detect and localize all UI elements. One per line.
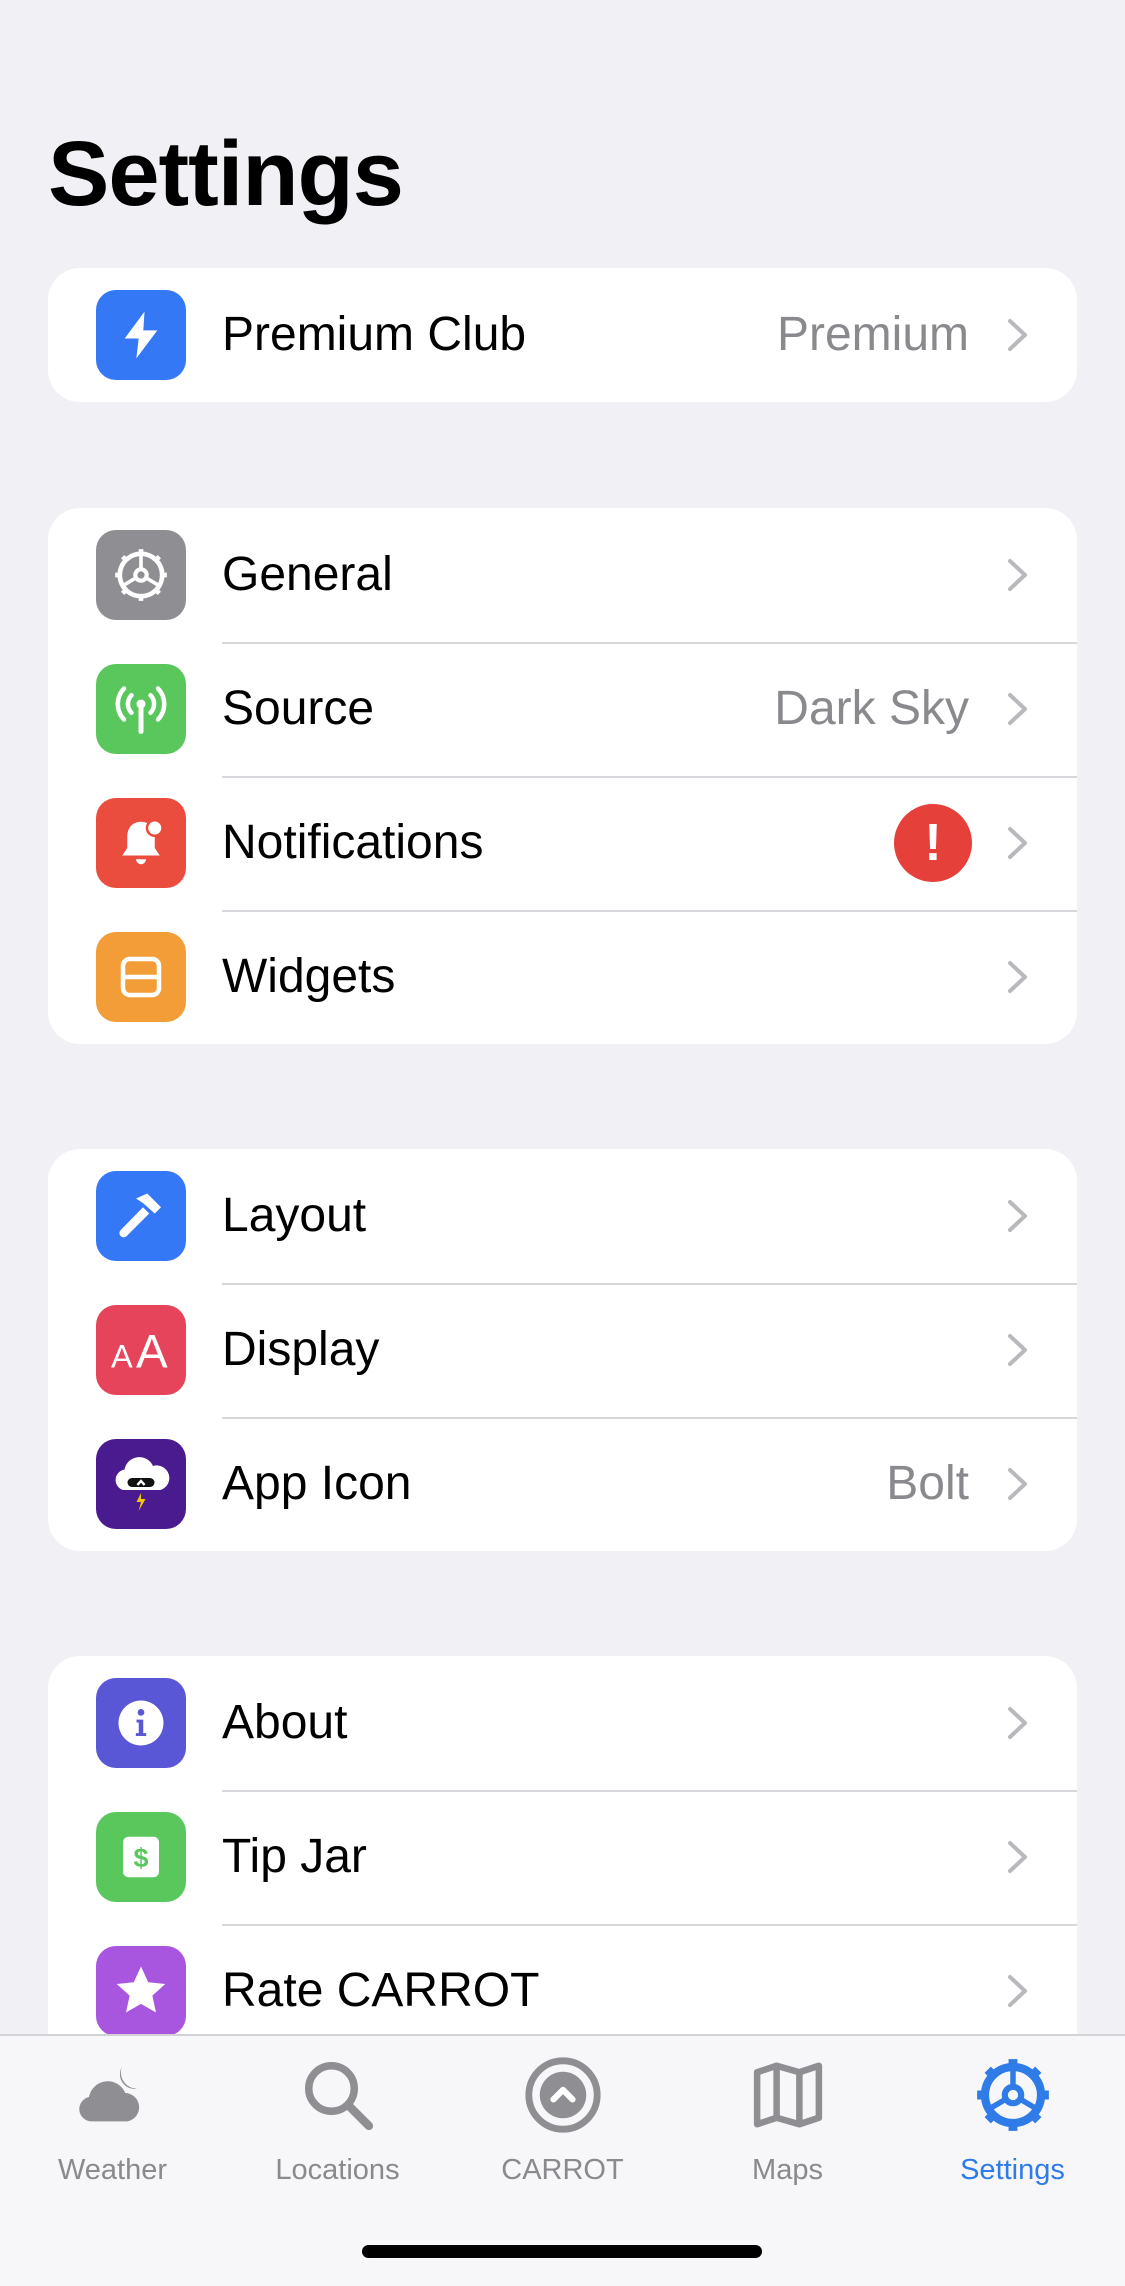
svg-text:A: A — [136, 1326, 168, 1379]
map-icon — [747, 2054, 829, 2136]
page-title: Settings — [48, 123, 404, 225]
carrot-app-icon — [96, 1439, 186, 1529]
app-icon-row[interactable]: App Icon Bolt — [48, 1417, 1077, 1551]
row-label: Layout — [222, 1189, 367, 1242]
chevron-right-icon — [1008, 1707, 1027, 1739]
svg-text:A: A — [111, 1339, 133, 1375]
about-row[interactable]: About — [48, 1656, 1077, 1790]
star-icon — [96, 1946, 186, 2034]
weather-icon — [72, 2054, 154, 2136]
alert-badge: ! — [894, 804, 972, 882]
widgets-icon — [96, 932, 186, 1022]
premium-group: Premium Club Premium — [48, 268, 1077, 402]
row-label: Widgets — [222, 950, 396, 1003]
tab-label: Weather — [57, 2154, 168, 2186]
row-value: Premium — [776, 308, 969, 361]
gear-icon — [972, 2054, 1054, 2136]
tab-label: Maps — [752, 2154, 823, 2186]
row-value: Dark Sky — [774, 682, 969, 735]
row-label: About — [222, 1696, 348, 1749]
chevron-right-icon — [1008, 1975, 1027, 2007]
chevron-right-icon — [1008, 1200, 1027, 1232]
bolt-icon — [96, 290, 186, 380]
row-value: Bolt — [886, 1457, 969, 1510]
tab-label: Locations — [275, 2154, 400, 2186]
carrot-icon — [522, 2054, 604, 2136]
notifications-row[interactable]: Notifications ! — [48, 776, 1077, 910]
hammer-icon — [96, 1171, 186, 1261]
about-group: About $ Tip Jar Rate CARROT — [48, 1656, 1077, 2034]
svg-text:$: $ — [133, 1843, 148, 1873]
row-label: General — [222, 548, 393, 601]
text-size-icon: A A — [96, 1305, 186, 1395]
general-row[interactable]: General — [48, 508, 1077, 642]
search-icon — [297, 2054, 379, 2136]
row-label: Source — [222, 682, 375, 735]
chevron-right-icon — [1008, 559, 1027, 591]
general-group: General Source Dark Sky Notifications ! — [48, 508, 1077, 1044]
row-label: Tip Jar — [222, 1830, 367, 1883]
home-indicator[interactable] — [362, 2245, 762, 2258]
tab-label: Settings — [960, 2154, 1065, 2186]
row-label: Rate CARROT — [222, 1964, 540, 2017]
chevron-right-icon — [1008, 319, 1027, 351]
rate-carrot-row[interactable]: Rate CARROT — [48, 1924, 1077, 2034]
chevron-right-icon — [1008, 827, 1027, 859]
layout-row[interactable]: Layout — [48, 1149, 1077, 1283]
tab-weather[interactable]: Weather — [0, 2054, 225, 2204]
appearance-group: Layout A A Display App Icon Bolt — [48, 1149, 1077, 1551]
dollar-icon: $ — [96, 1812, 186, 1902]
premium-club-row[interactable]: Premium Club Premium — [48, 268, 1077, 402]
gear-icon — [96, 530, 186, 620]
chevron-right-icon — [1008, 961, 1027, 993]
chevron-right-icon — [1008, 1468, 1027, 1500]
widgets-row[interactable]: Widgets — [48, 910, 1077, 1044]
tab-label: CARROT — [501, 2154, 624, 2186]
chevron-right-icon — [1008, 1334, 1027, 1366]
row-label: Premium Club — [222, 308, 527, 361]
row-label: Display — [222, 1323, 380, 1376]
tab-settings[interactable]: Settings — [900, 2054, 1125, 2204]
tip-jar-row[interactable]: $ Tip Jar — [48, 1790, 1077, 1924]
row-label: App Icon — [222, 1457, 412, 1510]
tab-carrot[interactable]: CARROT — [450, 2054, 675, 2204]
chevron-right-icon — [1008, 1841, 1027, 1873]
chevron-right-icon — [1008, 693, 1027, 725]
antenna-icon — [96, 664, 186, 754]
source-row[interactable]: Source Dark Sky — [48, 642, 1077, 776]
tab-maps[interactable]: Maps — [675, 2054, 900, 2204]
info-icon — [96, 1678, 186, 1768]
bell-icon — [96, 798, 186, 888]
row-label: Notifications — [222, 816, 484, 869]
tab-locations[interactable]: Locations — [225, 2054, 450, 2204]
display-row[interactable]: A A Display — [48, 1283, 1077, 1417]
